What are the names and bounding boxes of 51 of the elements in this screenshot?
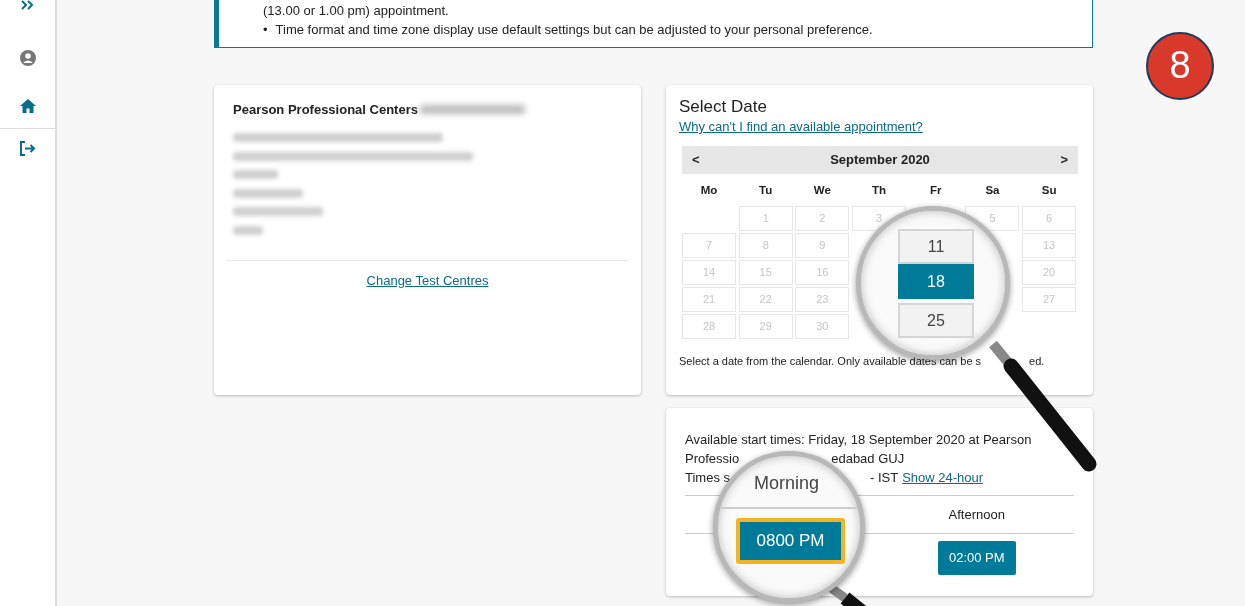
start-times-text: - IST: [870, 470, 899, 485]
weekday-label: Fr: [929, 182, 943, 198]
calendar-day: 29: [738, 313, 793, 339]
month-label: September 2020: [830, 150, 930, 169]
calendar-day[interactable]: 11: [898, 229, 974, 264]
calendar-day: 7: [682, 232, 736, 258]
weekday-label: Th: [871, 182, 888, 198]
logout-icon[interactable]: [19, 141, 36, 156]
weekday-label: Tu: [758, 182, 774, 198]
time-slot-button[interactable]: 02:00 PM: [937, 541, 1016, 575]
column-header: Morning: [754, 472, 820, 495]
weekday-label: Sa: [984, 182, 1001, 198]
show-24-hour-link[interactable]: Show 24-hour: [902, 470, 984, 485]
weekday-label: Su: [1040, 182, 1058, 198]
calendar-day: 21: [682, 286, 736, 312]
calendar-day: 8: [738, 232, 793, 258]
home-icon[interactable]: [18, 98, 37, 114]
help-link[interactable]: Why can't I find an available appointment?: [679, 119, 923, 134]
calendar-hint: ed.: [1029, 353, 1045, 369]
time-slot-button[interactable]: 0800 PM: [737, 519, 844, 563]
weekday-label: We: [812, 182, 832, 198]
card-title: Select Date: [679, 97, 768, 117]
next-month-button[interactable]: >: [1060, 149, 1068, 170]
calendar-day: 28: [682, 313, 736, 339]
previous-month-button[interactable]: <: [692, 149, 700, 170]
start-times-text: Times s: [685, 470, 731, 485]
calendar-day: 30: [795, 313, 850, 339]
step-number-badge: 8: [1146, 32, 1214, 100]
double-chevron-icon[interactable]: [20, 0, 35, 10]
calendar-day: 22: [738, 286, 793, 312]
start-times-text: edabad GUJ: [831, 451, 905, 466]
notice-bullet: Time format and time zone display use default settings but can be adjusted to your personal preference.: [275, 21, 873, 39]
change-centre-link[interactable]: Change Test Centres: [366, 272, 489, 288]
start-times-text: Available start times: Friday, 18 September 2020 at Pearson: [685, 432, 1032, 447]
start-times-text: Professio: [685, 451, 740, 466]
calendar-day: 2: [795, 205, 850, 231]
centre-name: Pearson Professional Centers: [233, 101, 418, 119]
calendar-day[interactable]: 25: [898, 303, 974, 338]
notice-text: (13.00 or 1.00 pm) appointment.: [263, 2, 450, 20]
bullet-marker: •: [263, 21, 268, 39]
calendar-day: 15: [738, 259, 793, 285]
calendar-day: 13: [1022, 232, 1077, 258]
user-icon[interactable]: [19, 50, 36, 66]
calendar-day: 14: [682, 259, 736, 285]
column-header: Afternoon: [947, 505, 1006, 524]
calendar-hint: Select a date from the calendar. Only available dates can be s: [679, 353, 982, 369]
calendar-day: 23: [795, 286, 850, 312]
calendar-day: 16: [795, 259, 850, 285]
calendar-day: 27: [1022, 286, 1077, 312]
calendar-day[interactable]: 18: [898, 264, 974, 299]
weekday-label: Mo: [699, 182, 719, 198]
